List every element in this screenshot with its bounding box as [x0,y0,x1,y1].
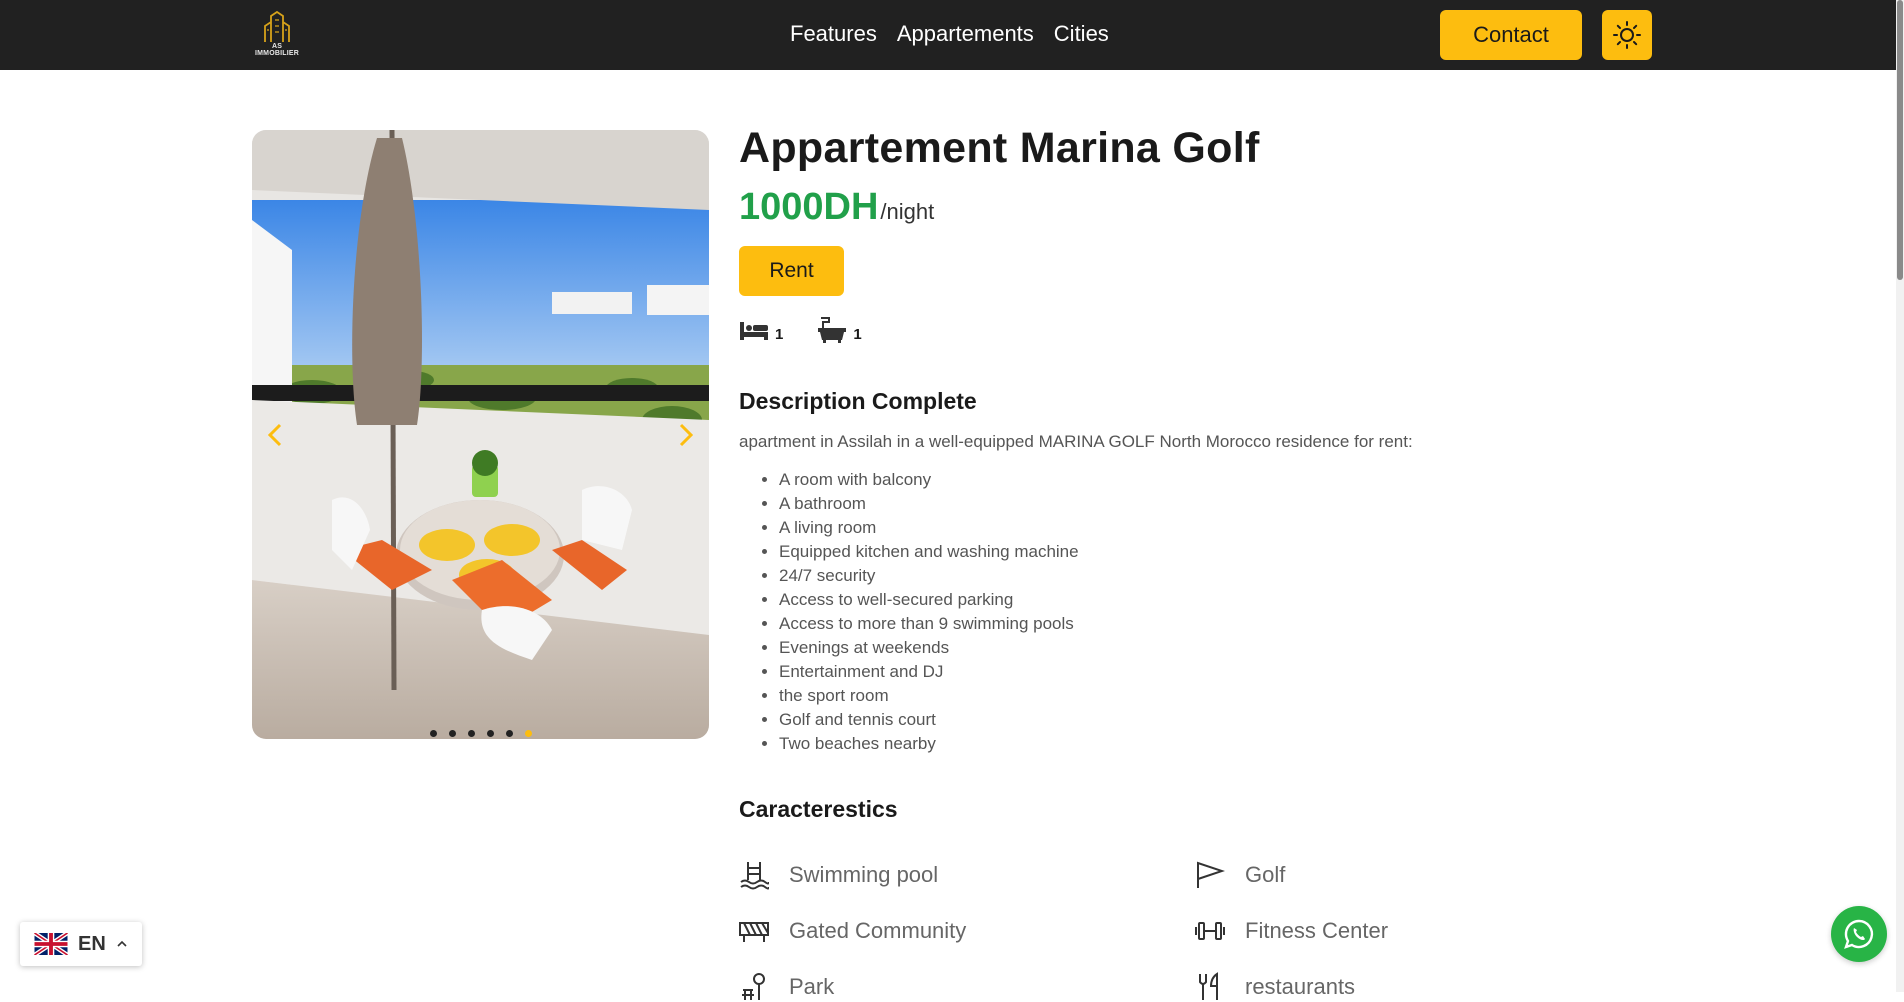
brand-logo[interactable]: AS IMMOBILIER [251,10,303,57]
language-code: EN [78,932,106,955]
bathrooms: 1 [817,316,862,344]
list-item: 24/7 security [779,564,1079,588]
bedroom-count: 1 [775,325,784,343]
carousel-dot[interactable] [505,730,513,737]
list-item: A bathroom [779,492,1079,516]
price-unit: /night [880,199,935,224]
characteristic-label: restaurants [1245,974,1356,999]
list-item: Entertainment and DJ [779,660,1079,684]
list-item: Equipped kitchen and washing machine [779,540,1079,564]
carousel-dot[interactable] [467,730,475,737]
page-scrollbar[interactable] [1896,0,1904,992]
room-counts: 1 1 [739,316,862,344]
characteristic-restaurants: restaurants [1195,972,1355,1002]
nav-link-features[interactable]: Features [790,20,877,48]
contact-button[interactable]: Contact [1440,10,1582,60]
characteristic-label: Golf [1245,862,1286,887]
characteristic-park: Park [739,972,834,1002]
carousel-next-button[interactable] [671,415,701,455]
nav-link-appartements[interactable]: Appartements [897,20,1034,48]
flag-icon [1197,861,1225,888]
listing-price: 1000DH [739,186,879,228]
characteristic-swimming-pool: Swimming pool [739,860,938,890]
carousel-prev-button[interactable] [260,415,290,455]
carousel-dot[interactable] [448,730,456,737]
sun-icon [1613,21,1641,49]
characteristic-label: Gated Community [789,918,967,943]
chevron-right-icon [679,423,694,447]
photo-carousel[interactable] [252,130,709,739]
main-nav: Features Appartements Cities [790,20,1109,48]
list-item: Access to well-secured parking [779,588,1079,612]
list-item: the sport room [779,684,1079,708]
list-item: Evenings at weekends [779,636,1079,660]
theme-toggle-button[interactable] [1602,10,1652,60]
pool-icon [740,862,769,890]
characteristic-gated-community: Gated Community [739,916,966,946]
navbar: AS IMMOBILIER Features Appartements Citi… [0,0,1904,70]
carousel-dot[interactable] [486,730,494,737]
price-row: 1000DH /night [739,186,934,229]
apartment-balcony-photo [252,130,709,739]
characteristic-label: Fitness Center [1245,918,1389,943]
list-item: Two beaches nearby [779,732,1079,756]
listing-title: Appartement Marina Golf [739,124,1260,172]
carousel-dots [252,730,709,737]
whatsapp-icon [1844,919,1874,949]
utensils-icon [1199,972,1218,1000]
list-item: A living room [779,516,1079,540]
whatsapp-button[interactable] [1831,906,1887,962]
list-item: Access to more than 9 swimming pools [779,612,1079,636]
logo-text: AS IMMOBILIER [255,43,299,57]
list-item: Golf and tennis court [779,708,1079,732]
language-switcher[interactable]: EN [20,922,142,966]
characteristics-heading: Caracterestics [739,796,898,822]
park-icon [742,973,765,1000]
dumbbell-icon [1195,922,1225,940]
description-feature-list: A room with balcony A bathroom A living … [739,468,1079,756]
description-heading: Description Complete [739,388,977,414]
carousel-dot-active[interactable] [524,730,532,737]
nav-link-cities[interactable]: Cities [1054,20,1109,48]
characteristic-label: Swimming pool [789,862,939,887]
characteristic-golf: Golf [1195,860,1285,890]
bedrooms: 1 [739,318,783,343]
list-item: A room with balcony [779,468,1079,492]
carousel-dot[interactable] [429,730,437,737]
scrollbar-thumb[interactable] [1897,0,1903,280]
bathtub-icon [818,317,847,343]
building-logo-icon [264,10,290,42]
chevron-up-icon [117,940,127,947]
bed-icon [740,322,768,340]
chevron-left-icon [267,423,282,447]
characteristic-fitness-center: Fitness Center [1195,916,1388,946]
uk-flag-icon [34,933,68,955]
rent-button[interactable]: Rent [739,246,844,296]
description-intro: apartment in Assilah in a well-equipped … [739,432,1413,451]
characteristic-label: Park [789,974,835,999]
bathroom-count: 1 [853,325,862,343]
gate-icon [739,922,769,942]
